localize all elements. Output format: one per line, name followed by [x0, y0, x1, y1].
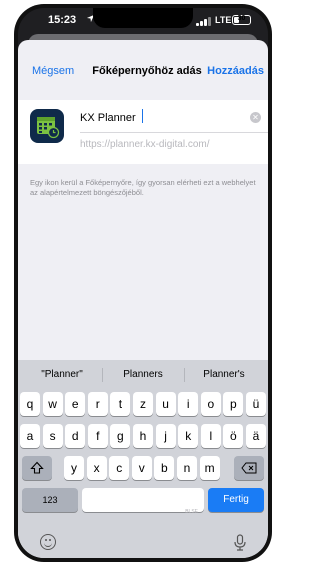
signal-icon — [196, 16, 212, 26]
key-h[interactable]: h — [133, 424, 153, 448]
key-q[interactable]: q — [20, 392, 40, 416]
keyboard: "Planner" Planners Planner's qwertzuiopü… — [18, 360, 268, 558]
key-f[interactable]: f — [87, 424, 108, 448]
divider — [80, 132, 268, 133]
add-button[interactable]: Hozzáadás — [207, 65, 264, 77]
key-z[interactable]: z — [133, 392, 153, 416]
space-hint: BLSE — [185, 509, 198, 515]
key-ü[interactable]: ü — [246, 392, 266, 416]
add-to-home-sheet: Mégsem Főképernyőhöz adás Hozzáadás KX P… — [18, 40, 268, 558]
key-l[interactable]: l — [200, 424, 221, 448]
space-key[interactable]: BLSE — [82, 488, 204, 515]
microphone-icon[interactable] — [233, 534, 247, 552]
text-caret — [142, 109, 143, 123]
keyboard-bottom-bar — [18, 528, 268, 558]
key-v[interactable]: v — [131, 456, 152, 480]
app-name-input[interactable] — [80, 110, 250, 126]
key-u[interactable]: u — [155, 392, 176, 416]
clear-text-icon[interactable]: ✕ — [250, 112, 261, 123]
key-c[interactable]: c — [109, 456, 130, 480]
key-k[interactable]: k — [178, 424, 199, 448]
shift-icon — [30, 461, 44, 474]
status-time: 15:23 — [48, 14, 77, 26]
key-a[interactable]: a — [20, 424, 40, 448]
key-i[interactable]: i — [178, 392, 199, 416]
suggestion-bar: "Planner" Planners Planner's — [18, 360, 268, 390]
sheet-navbar: Mégsem Főképernyőhöz adás Hozzáadás — [18, 40, 268, 84]
notch — [93, 8, 193, 28]
network-type: LTE — [215, 15, 232, 25]
battery-icon: 30 — [232, 15, 251, 25]
key-o[interactable]: o — [200, 392, 221, 416]
emoji-icon[interactable] — [40, 534, 56, 550]
key-ö[interactable]: ö — [223, 424, 244, 448]
phone-frame: 15:23 LTE 30 Mégsem Főképernyőhöz adás H… — [14, 4, 272, 562]
key-b[interactable]: b — [154, 456, 175, 480]
key-x[interactable]: x — [86, 456, 107, 480]
key-w[interactable]: w — [42, 392, 63, 416]
description-text: Egy ikon kerül a Főképernyőre, így gyors… — [30, 178, 256, 197]
suggestion-1[interactable]: "Planner" — [22, 369, 102, 380]
key-j[interactable]: j — [155, 424, 176, 448]
key-t[interactable]: t — [110, 392, 131, 416]
key-p[interactable]: p — [223, 392, 244, 416]
app-info-card: ✕ https://planner.kx-digital.com/ — [18, 100, 268, 164]
suggestion-3[interactable]: Planner's — [184, 369, 264, 380]
key-g[interactable]: g — [110, 424, 131, 448]
battery-percent: 30 — [237, 15, 246, 22]
key-e[interactable]: e — [65, 392, 86, 416]
return-key[interactable]: Fertig — [208, 488, 264, 512]
status-bar: 15:23 LTE 30 — [18, 8, 268, 36]
screen: 15:23 LTE 30 Mégsem Főképernyőhöz adás H… — [18, 8, 268, 558]
key-s[interactable]: s — [42, 424, 63, 448]
key-m[interactable]: m — [199, 456, 220, 480]
numbers-key[interactable]: 123 — [22, 488, 78, 512]
key-ä[interactable]: ä — [246, 424, 266, 448]
site-url: https://planner.kx-digital.com/ — [80, 139, 210, 150]
key-d[interactable]: d — [65, 424, 86, 448]
delete-key[interactable] — [234, 456, 264, 480]
key-y[interactable]: y — [64, 456, 84, 480]
key-n[interactable]: n — [177, 456, 197, 480]
app-icon — [30, 109, 64, 143]
key-r[interactable]: r — [87, 392, 108, 416]
suggestion-2[interactable]: Planners — [103, 369, 183, 380]
delete-icon — [241, 462, 257, 474]
shift-key[interactable] — [22, 456, 52, 480]
